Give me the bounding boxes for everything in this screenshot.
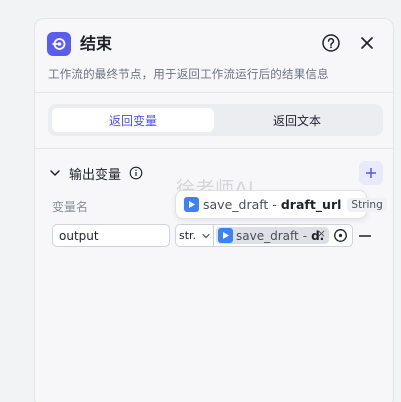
end-node-icon <box>47 32 71 56</box>
tab-return-text[interactable]: 返回文本 <box>216 108 378 132</box>
chevron-down-icon <box>202 233 210 239</box>
chevron-down-icon[interactable] <box>48 166 62 180</box>
workflow-node-icon <box>218 228 233 243</box>
tooltip-variable: draft_url <box>280 197 342 212</box>
variable-type-select[interactable]: str. <box>175 224 213 247</box>
close-icon[interactable] <box>357 33 377 53</box>
return-mode-tabs: 返回变量 返回文本 <box>48 104 383 136</box>
reference-source: save_draft <box>236 228 299 243</box>
target-picker-icon[interactable] <box>333 228 348 243</box>
help-circle-icon[interactable] <box>321 33 341 53</box>
section-divider <box>35 148 393 149</box>
remove-reference-icon[interactable]: × <box>317 227 326 240</box>
tab-return-variable[interactable]: 返回变量 <box>52 108 214 132</box>
tooltip-separator: - <box>272 197 277 212</box>
plus-icon <box>366 168 376 178</box>
add-variable-button[interactable] <box>359 161 383 185</box>
column-label-variable-name: 变量名 <box>52 200 89 214</box>
reference-tag[interactable]: save_draft - d. × <box>216 227 329 244</box>
tooltip-source: save_draft <box>203 197 269 212</box>
tooltip-type-badge: String <box>347 197 387 212</box>
info-icon[interactable] <box>129 166 143 180</box>
variable-name-input[interactable] <box>52 224 170 247</box>
section-title: 输出变量 <box>69 168 122 183</box>
remove-variable-button[interactable] <box>359 235 371 237</box>
header-divider <box>35 92 393 93</box>
panel-title: 结束 <box>80 34 113 53</box>
reference-separator: - <box>302 228 308 243</box>
variable-type-value: str. <box>179 229 197 242</box>
variable-reference-field[interactable]: save_draft - d. × <box>213 224 353 247</box>
reference-tooltip: save_draft - draft_url String <box>175 190 387 219</box>
panel-header: 结束 <box>47 31 381 59</box>
panel-description: 工作流的最终节点，用于返回工作流运行后的结果信息 <box>48 67 329 81</box>
workflow-node-icon <box>184 197 199 212</box>
